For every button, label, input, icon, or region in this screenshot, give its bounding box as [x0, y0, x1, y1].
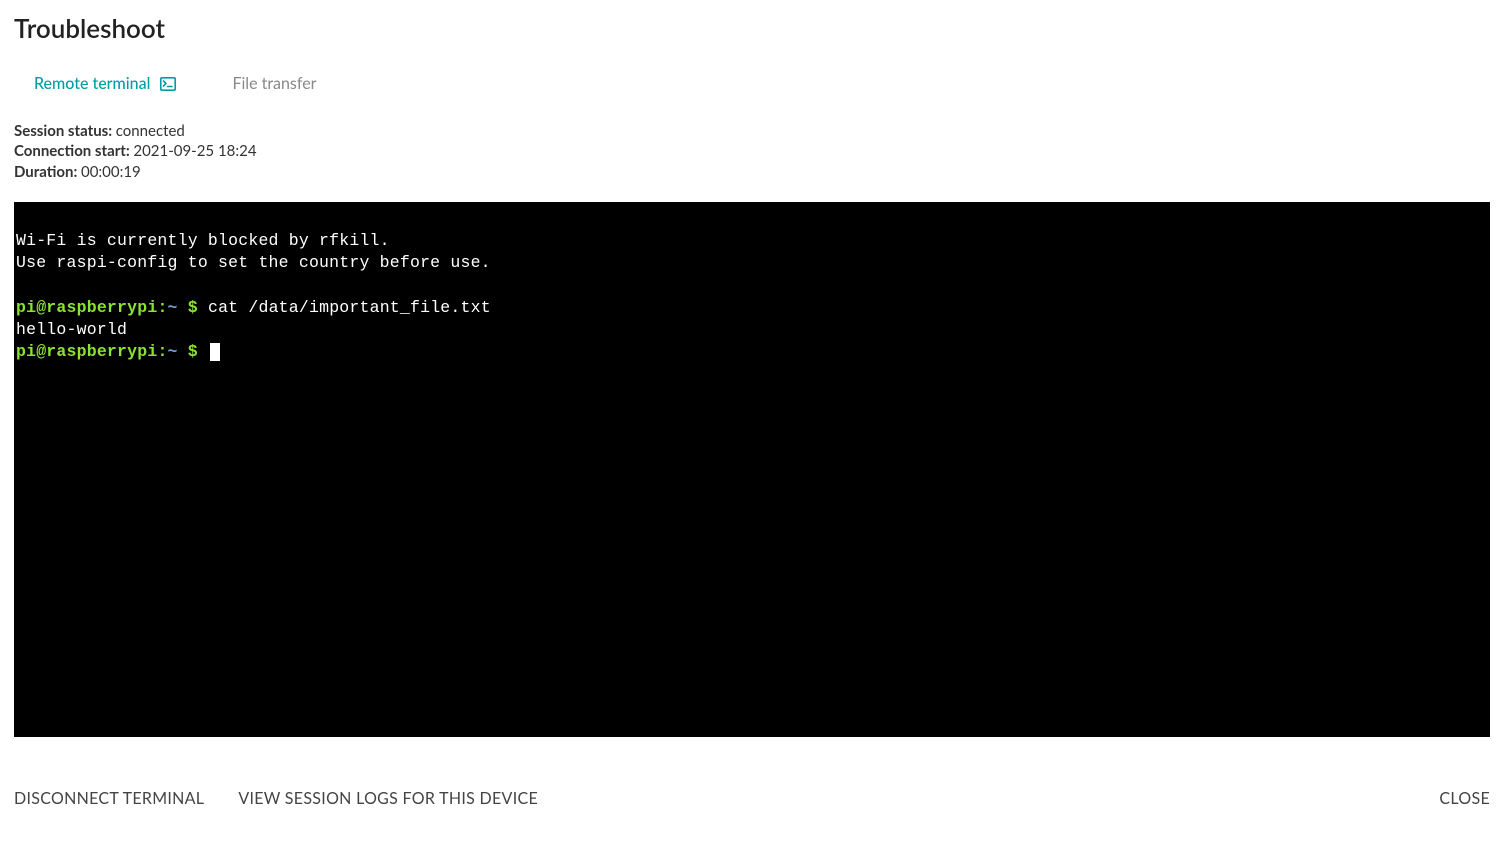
session-status-label: Session status: — [14, 122, 116, 140]
session-info: Session status: connected Connection sta… — [0, 107, 1504, 192]
session-status-row: Session status: connected — [14, 121, 1490, 141]
prompt-colon: : — [157, 342, 167, 361]
prompt-path: ~ — [168, 342, 178, 361]
footer-left: DISCONNECT TERMINAL VIEW SESSION LOGS FO… — [14, 789, 538, 808]
prompt-dollar: $ — [178, 298, 208, 317]
cursor-icon — [210, 343, 220, 361]
tab-remote-terminal-label: Remote terminal — [34, 74, 150, 93]
terminal-line: Use raspi-config to set the country befo… — [16, 252, 1488, 274]
duration-label: Duration: — [14, 163, 81, 181]
page-title: Troubleshoot — [0, 0, 1504, 44]
terminal-command: cat /data/important_file.txt — [208, 298, 491, 317]
close-button[interactable]: CLOSE — [1439, 789, 1490, 808]
prompt-user: pi@raspberrypi — [16, 298, 157, 317]
prompt-colon: : — [157, 298, 167, 317]
duration-row: Duration: 00:00:19 — [14, 162, 1490, 182]
tab-file-transfer[interactable]: File transfer — [232, 74, 316, 107]
prompt-user: pi@raspberrypi — [16, 342, 157, 361]
terminal-prompt-line: pi@raspberrypi:~ $ — [16, 341, 1488, 363]
prompt-dollar: $ — [178, 342, 208, 361]
tab-remote-terminal[interactable]: Remote terminal — [34, 74, 176, 107]
connection-start-value: 2021-09-25 18:24 — [133, 142, 256, 160]
tab-file-transfer-label: File transfer — [232, 74, 316, 93]
footer-row: DISCONNECT TERMINAL VIEW SESSION LOGS FO… — [14, 789, 1490, 808]
connection-start-row: Connection start: 2021-09-25 18:24 — [14, 141, 1490, 161]
tabs-row: Remote terminal File transfer — [0, 44, 1504, 107]
terminal-icon — [160, 77, 176, 91]
terminal-line: Wi-Fi is currently blocked by rfkill. — [16, 230, 1488, 252]
session-status-value: connected — [116, 122, 185, 140]
connection-start-label: Connection start: — [14, 142, 133, 160]
terminal-blank-line — [16, 274, 1488, 296]
view-session-logs-button[interactable]: VIEW SESSION LOGS FOR THIS DEVICE — [238, 789, 538, 808]
duration-value: 00:00:19 — [81, 163, 141, 181]
prompt-path: ~ — [168, 298, 178, 317]
terminal-prompt-line: pi@raspberrypi:~ $ cat /data/important_f… — [16, 297, 1488, 319]
terminal-panel[interactable]: Wi-Fi is currently blocked by rfkill. Us… — [14, 202, 1490, 737]
disconnect-terminal-button[interactable]: DISCONNECT TERMINAL — [14, 789, 204, 808]
terminal-output-line: hello-world — [16, 319, 1488, 341]
